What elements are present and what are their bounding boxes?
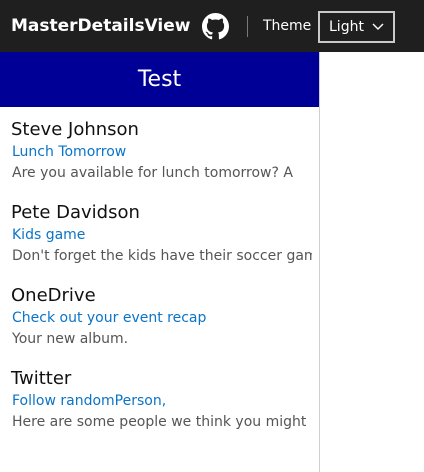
- list-item[interactable]: OneDrive Check out your event recap Your…: [0, 273, 319, 356]
- theme-label: Theme: [263, 18, 312, 34]
- theme-dropdown-value: Light: [329, 19, 364, 35]
- theme-dropdown[interactable]: Light: [318, 11, 395, 43]
- list-item-from: Steve Johnson: [11, 119, 139, 140]
- list-item[interactable]: Twitter Follow randomPerson, Here are so…: [0, 356, 319, 439]
- list-item-from: Twitter: [11, 368, 72, 389]
- list-item-body: Your new album.: [12, 331, 129, 347]
- toolbar-divider: [247, 16, 248, 37]
- list-item[interactable]: Pete Davidson Kids game Don't forget the…: [0, 190, 319, 273]
- list-item-subject: Check out your event recap: [12, 310, 207, 326]
- list-item-subject: Lunch Tomorrow: [12, 144, 127, 160]
- list-item-subject: Kids game: [12, 227, 86, 243]
- master-pane: Test Steve Johnson Lunch Tomorrow Are yo…: [0, 52, 320, 472]
- master-header: Test: [0, 52, 319, 107]
- list-item[interactable]: Steve Johnson Lunch Tomorrow Are you ava…: [0, 107, 319, 190]
- list-item-body: Are you available for lunch tomorrow? A: [12, 165, 293, 181]
- chevron-down-icon: [372, 23, 384, 30]
- list-item-from: Pete Davidson: [11, 202, 140, 223]
- github-icon[interactable]: [202, 13, 229, 40]
- list-item-body: Here are some people we think you might: [12, 414, 307, 430]
- app-title: MasterDetailsView: [11, 16, 191, 36]
- list-item-from: OneDrive: [11, 285, 96, 306]
- details-pane: [320, 52, 424, 472]
- list-item-subject: Follow randomPerson,: [12, 393, 167, 409]
- top-bar: MasterDetailsView Theme Light: [0, 0, 424, 52]
- list-item-body: Don't forget the kids have their soccer …: [12, 248, 312, 264]
- message-list: Steve Johnson Lunch Tomorrow Are you ava…: [0, 107, 319, 439]
